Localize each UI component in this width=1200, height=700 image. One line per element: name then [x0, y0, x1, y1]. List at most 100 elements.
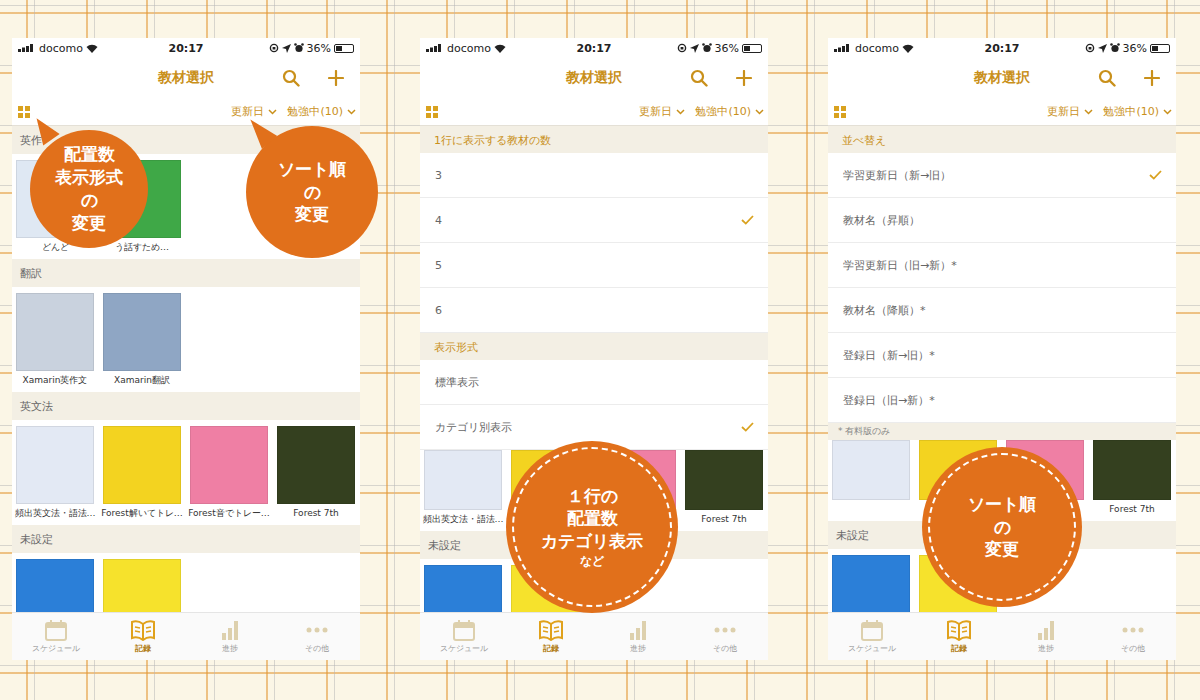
book-label: Xamarin翻訳	[114, 374, 170, 386]
more-dots-icon	[713, 619, 737, 641]
checkmark-icon	[1149, 170, 1162, 180]
calendar-icon	[44, 619, 68, 641]
sheet-group: 並べ替え学習更新日（新→旧）教材名（昇順）学習更新日（旧→新）*教材名（降順）*…	[828, 126, 1176, 423]
chevron-down-icon	[268, 109, 277, 115]
book-item[interactable]: Xamarin翻訳	[103, 293, 181, 386]
tab-item[interactable]: 記録	[507, 613, 594, 660]
search-icon[interactable]	[690, 69, 708, 87]
alarm-icon	[702, 43, 712, 53]
signal-icon	[834, 44, 852, 52]
plus-icon[interactable]	[736, 70, 752, 86]
status-dropdown[interactable]: 勉強中(10)	[1103, 104, 1172, 119]
tab-bar: スケジュール記録進捗その他	[12, 612, 360, 660]
status-dropdown[interactable]: 勉強中(10)	[695, 104, 764, 119]
tab-item[interactable]: スケジュール	[828, 613, 915, 660]
alarm-icon	[294, 43, 304, 53]
sheet-option[interactable]: 教材名（降順）*	[828, 288, 1176, 333]
rotation-lock-icon	[1085, 43, 1095, 53]
book-item[interactable]: 頻出英文法・語法…	[16, 426, 94, 519]
rotation-lock-icon	[677, 43, 687, 53]
tab-item[interactable]: その他	[681, 613, 768, 660]
sheet-option[interactable]: 登録日（新→旧）*	[828, 333, 1176, 378]
tab-item[interactable]: 進捗	[186, 613, 273, 660]
book-label: Forest解いてトレ…	[101, 507, 183, 519]
battery-label: 36%	[715, 42, 739, 55]
alarm-icon	[1110, 43, 1120, 53]
grid-icon[interactable]	[426, 106, 438, 118]
section-header: 未設定	[12, 525, 360, 553]
grid-icon[interactable]	[18, 106, 30, 118]
sheet-option[interactable]: 学習更新日（新→旧）	[828, 153, 1176, 198]
phone-screenshot: docomo20:1736%教材選択更新日勉強中(10)1行に表示する教材の数3…	[420, 38, 768, 660]
book-item[interactable]	[832, 555, 910, 612]
location-icon	[282, 44, 291, 53]
tab-item[interactable]: その他	[1089, 613, 1176, 660]
calendar-icon	[860, 619, 884, 641]
status-dropdown[interactable]: 勉強中(10)	[287, 104, 356, 119]
book-item[interactable]: Forest 7th	[1093, 440, 1171, 515]
book-cover	[103, 559, 181, 612]
book-item[interactable]: Forest解いてトレ…	[103, 426, 181, 519]
book-cover	[424, 565, 502, 612]
book-item[interactable]	[832, 440, 910, 515]
book-item[interactable]	[103, 559, 181, 612]
book-item[interactable]: Forest 7th	[277, 426, 355, 519]
plus-icon[interactable]	[328, 70, 344, 86]
more-dots-icon	[1121, 619, 1145, 641]
tab-item[interactable]: 記録	[99, 613, 186, 660]
search-icon[interactable]	[282, 69, 300, 87]
book-item[interactable]: Forest 7th	[685, 450, 763, 525]
book-label: Forest 7th	[293, 507, 338, 519]
rotation-lock-icon	[269, 43, 279, 53]
book-cover	[685, 450, 763, 510]
battery-label: 36%	[307, 42, 331, 55]
carrier-label: docomo	[855, 42, 899, 55]
nav-title: 教材選択	[158, 69, 214, 87]
wifi-icon	[902, 44, 914, 53]
book-item[interactable]: 頻出英文法・語法…	[424, 450, 502, 525]
tab-item[interactable]: 進捗	[1002, 613, 1089, 660]
sheet-option[interactable]: 登録日（旧→新）*	[828, 378, 1176, 423]
progress-bars-icon	[219, 619, 241, 641]
sheet-option[interactable]: 4	[420, 198, 768, 243]
sheet-option[interactable]: 3	[420, 153, 768, 198]
book-row	[12, 553, 360, 612]
sheet-group-title: 並べ替え	[828, 126, 1176, 153]
book-item[interactable]	[16, 559, 94, 612]
tab-item[interactable]: スケジュール	[12, 613, 99, 660]
settings-sheet: 並べ替え学習更新日（新→旧）教材名（昇順）学習更新日（旧→新）*教材名（降順）*…	[828, 126, 1176, 440]
tab-item[interactable]: スケジュール	[420, 613, 507, 660]
signal-icon	[426, 44, 444, 52]
filter-bar: 更新日勉強中(10)	[12, 98, 360, 126]
annotation-bubble: 配置数表示形式の変更	[30, 130, 148, 248]
tab-item[interactable]: 進捗	[594, 613, 681, 660]
book-label: 頻出英文法・語法…	[15, 507, 96, 519]
book-section: 未設定	[12, 525, 360, 612]
sort-dropdown[interactable]: 更新日	[1047, 104, 1093, 119]
book-label: Forest音でトレー…	[188, 507, 270, 519]
annotation-bubble: １行の配置数カテゴリ表示など	[506, 441, 678, 613]
sheet-option[interactable]: 教材名（昇順）	[828, 198, 1176, 243]
annotation-bubble: ソート順の変更	[246, 126, 378, 258]
book-row: 頻出英文法・語法… Forest解いてトレ… Forest音でトレー… Forest …	[12, 420, 360, 525]
nav-title: 教材選択	[974, 69, 1030, 87]
filter-bar: 更新日勉強中(10)	[828, 98, 1176, 126]
plus-icon[interactable]	[1144, 70, 1160, 86]
search-icon[interactable]	[1098, 69, 1116, 87]
clock: 20:17	[168, 42, 203, 55]
sheet-option[interactable]: 6	[420, 288, 768, 333]
book-cover	[277, 426, 355, 504]
sort-dropdown[interactable]: 更新日	[639, 104, 685, 119]
book-item[interactable]	[424, 565, 502, 612]
tab-item[interactable]: その他	[273, 613, 360, 660]
book-item[interactable]: Xamarin英作文	[16, 293, 94, 386]
sheet-option[interactable]: 標準表示	[420, 360, 768, 405]
book-section: 英文法頻出英文法・語法…Forest解いてトレ…Forest音でトレー…Fore…	[12, 392, 360, 525]
location-icon	[690, 44, 699, 53]
sheet-option[interactable]: 5	[420, 243, 768, 288]
book-cover	[1093, 440, 1171, 500]
tab-item[interactable]: 記録	[915, 613, 1002, 660]
grid-icon[interactable]	[834, 106, 846, 118]
sheet-option[interactable]: 学習更新日（旧→新）*	[828, 243, 1176, 288]
book-item[interactable]: Forest音でトレー…	[190, 426, 268, 519]
